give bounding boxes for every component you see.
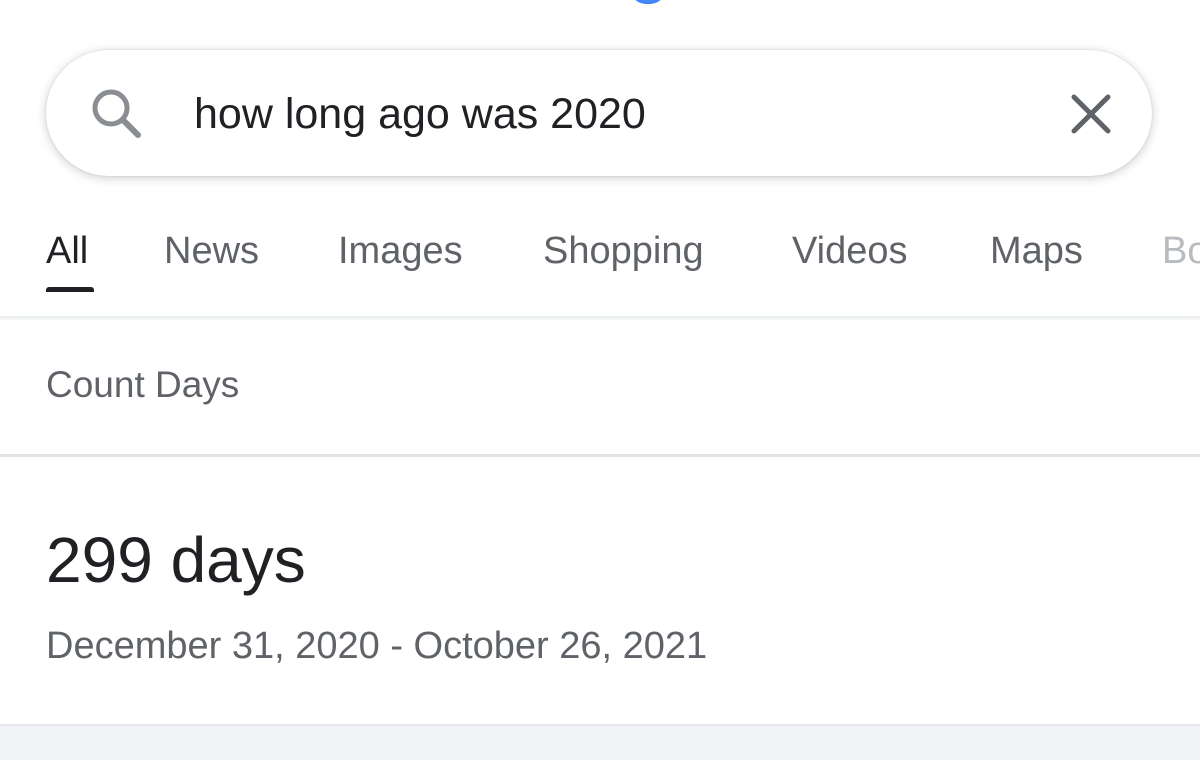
card-title: Count Days (46, 364, 240, 405)
date-range: December 31, 2020 - October 26, 2021 (46, 625, 708, 667)
card-divider (0, 454, 1200, 457)
search-results-page: how long ago was 2020 All News Images Sh… (0, 0, 1200, 760)
result-days: 299 days (46, 524, 306, 596)
bottom-separator (0, 724, 1200, 760)
tab-videos[interactable]: Videos (792, 228, 908, 274)
tab-images[interactable]: Images (338, 228, 463, 274)
search-tabs: All News Images Shopping Videos Maps Bo (0, 210, 1200, 316)
close-icon[interactable] (1068, 91, 1114, 137)
tabs-divider (0, 316, 1200, 318)
tab-shopping[interactable]: Shopping (543, 228, 704, 274)
active-tab-indicator (46, 287, 94, 292)
search-icon[interactable] (88, 86, 144, 142)
search-input[interactable]: how long ago was 2020 (194, 83, 1014, 145)
tab-books-partial[interactable]: Bo (1162, 228, 1200, 274)
tab-news[interactable]: News (164, 228, 259, 274)
tab-all[interactable]: All (46, 228, 88, 274)
tab-maps[interactable]: Maps (990, 228, 1083, 274)
top-indicator-dot (630, 0, 666, 4)
